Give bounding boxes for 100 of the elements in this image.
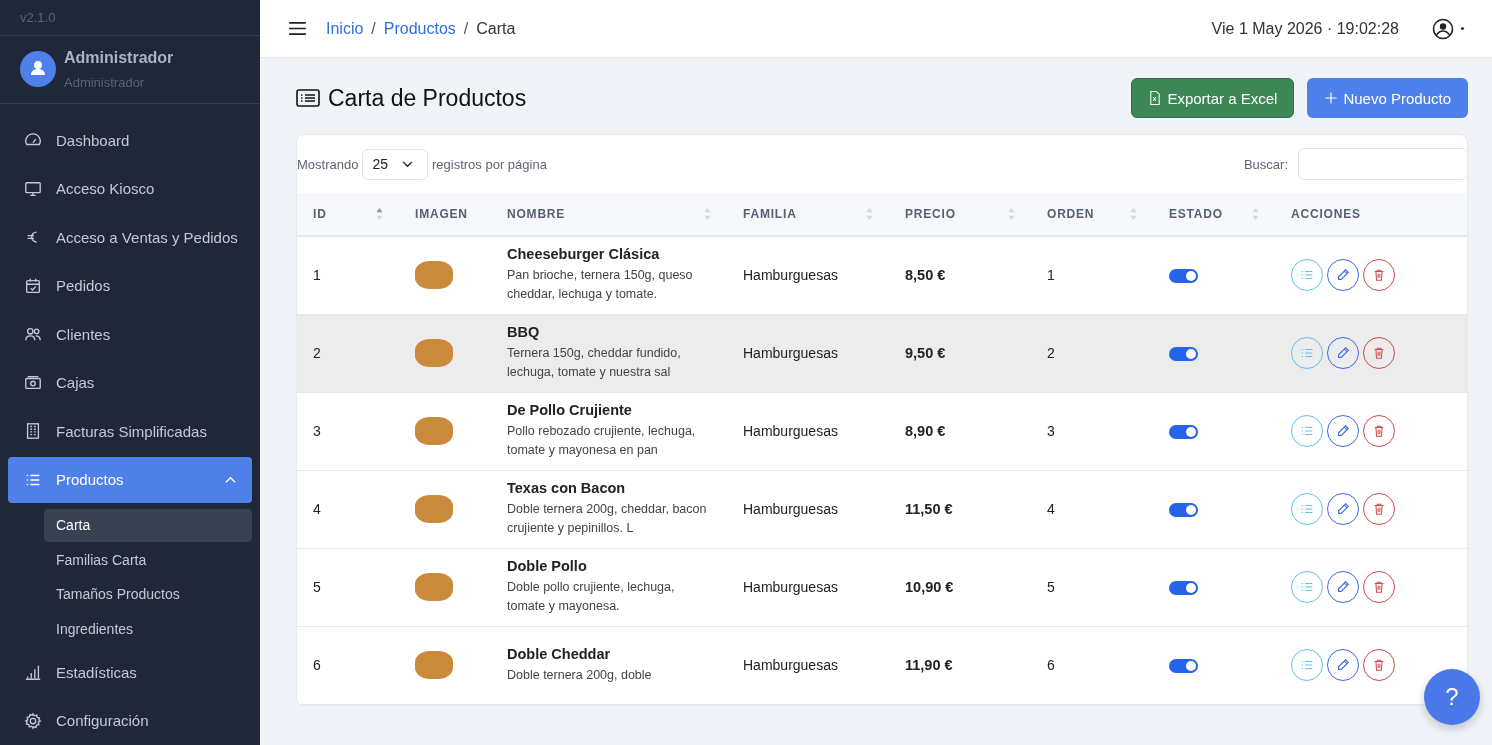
status-toggle[interactable]	[1169, 503, 1198, 518]
avatar-icon	[20, 51, 56, 88]
price-cell: 10,90 €	[905, 579, 954, 595]
building-icon	[24, 422, 42, 441]
product-description: Pan brioche, ternera 150g, queso cheddar, lechuga y tomate.	[507, 267, 694, 304]
table-cell: 1	[313, 267, 321, 284]
column-header[interactable]: PRECIO	[905, 207, 956, 221]
table-cell: 5	[313, 579, 321, 595]
table-cell: Hamburguesas	[743, 579, 838, 595]
list-icon	[1300, 658, 1314, 672]
trash-icon	[1372, 502, 1386, 516]
list-icon	[1300, 346, 1314, 360]
column-header: ACCIONES	[1291, 207, 1361, 221]
table-row[interactable]: 2 BBQ Ternera 150g, cheddar fundido, lechuga, tomate y nuestra sal Hamburguesas 9,50 € 2	[297, 314, 1467, 392]
export-button[interactable]: Exportar a Excel	[1131, 78, 1295, 118]
submenu-item[interactable]: Tamaños Productos	[44, 577, 252, 612]
user-role: Administrador	[64, 74, 146, 90]
table-cell: 6	[313, 657, 321, 673]
user-menu-icon[interactable]	[1432, 17, 1466, 40]
breadcrumb-link[interactable]: Productos	[383, 19, 456, 38]
nav-item[interactable]: Pedidos	[0, 261, 260, 310]
table-cell: 3	[1047, 423, 1055, 439]
pencil-icon	[1336, 580, 1350, 594]
trash-icon	[1372, 268, 1386, 283]
plus-icon	[1324, 90, 1339, 106]
new-button[interactable]: Nuevo Producto	[1307, 78, 1468, 118]
table-cell: 4	[313, 501, 321, 517]
photo-placeholder	[415, 261, 453, 290]
nav-item[interactable]: Acceso a Ventas y Pedidos	[0, 213, 260, 262]
product-name: Texas con Bacon	[507, 480, 627, 496]
list-icon	[1300, 502, 1314, 516]
table-cell: 5	[1047, 579, 1055, 595]
trash-icon	[1372, 346, 1386, 360]
nav-item[interactable]: Dashboard	[0, 116, 260, 165]
product-name: Cheeseburger Clásica	[507, 246, 661, 263]
column-header[interactable]: ESTADO	[1169, 207, 1223, 221]
sort-icon[interactable]	[376, 207, 383, 221]
status-toggle[interactable]	[1169, 581, 1198, 596]
pencil-icon	[1336, 346, 1350, 360]
column-header: IMAGEN	[415, 207, 468, 221]
nav-item[interactable]: Estadísticas	[0, 648, 260, 697]
trash-icon	[1372, 424, 1386, 438]
search-label: Buscar:	[1243, 156, 1288, 172]
column-header[interactable]: ORDEN	[1047, 207, 1095, 221]
product-description: Doble ternera 200g, doble	[507, 666, 653, 684]
help-button[interactable]: ?	[1424, 669, 1480, 725]
status-toggle[interactable]	[1169, 659, 1198, 674]
price-cell: 8,90 €	[905, 423, 946, 439]
product-description: Ternera 150g, cheddar fundido, lechuga, tomate y nuestra sal	[507, 345, 682, 381]
page-title: Carta de Productos	[328, 84, 527, 112]
status-toggle[interactable]	[1169, 425, 1198, 440]
user-name: Administrador	[64, 48, 174, 67]
nav-item[interactable]: Configuración	[0, 696, 260, 745]
table-cell: 3	[313, 423, 321, 439]
status-toggle[interactable]	[1169, 269, 1198, 284]
trash-icon	[1372, 658, 1386, 672]
photo-placeholder	[415, 417, 453, 445]
product-name: BBQ	[507, 324, 541, 340]
bar-chart-icon	[24, 663, 42, 682]
submenu-item[interactable]: Carta	[44, 508, 252, 542]
breadcrumb-link[interactable]: Inicio	[326, 19, 364, 38]
table-cell: Hamburguesas	[743, 657, 838, 673]
excel-file-icon	[1148, 90, 1163, 106]
status-toggle[interactable]	[1169, 347, 1198, 362]
column-header[interactable]: FAMILIA	[743, 207, 797, 221]
calendar-icon	[24, 276, 42, 295]
page-size-select[interactable]: 25	[362, 148, 428, 180]
nav-item[interactable]: Facturas Simplificadas	[0, 407, 260, 456]
table-row[interactable]: 3 De Pollo Crujiente Pollo rebozado crujiente, lechuga, tomate y mayonesa en pan Hamburguesas 8,90 € 3	[297, 392, 1467, 470]
monitor-icon	[24, 179, 42, 198]
length-label: registros por página	[432, 156, 547, 172]
menu-icon[interactable]	[289, 22, 306, 35]
list-icon	[1300, 424, 1314, 438]
search-field[interactable]	[1298, 148, 1467, 180]
table-cell: 6	[1047, 657, 1055, 673]
cash-icon	[24, 373, 42, 392]
table-cell: Hamburguesas	[743, 267, 838, 284]
pencil-icon	[1336, 658, 1350, 672]
gear-icon	[24, 711, 42, 730]
table-cell: Hamburguesas	[743, 501, 838, 517]
table-row[interactable]: 5 Doble Pollo Doble pollo crujiente, lechuga, tomate y mayonesa. Hamburguesas 10,90 € 5	[297, 548, 1467, 626]
product-name: Doble Pollo	[507, 558, 588, 574]
price-cell: 11,50 €	[905, 501, 953, 517]
pencil-icon	[1336, 502, 1350, 516]
table-row[interactable]: 1 Cheeseburger Clásica Pan brioche, ternera 150g, queso cheddar, lechuga y tomate. Hamburguesas 8,50 € 1	[297, 236, 1467, 314]
nav-item[interactable]: Clientes	[0, 310, 260, 359]
length-label: Mostrando	[297, 156, 359, 172]
nav-item[interactable]: Cajas	[0, 358, 260, 407]
nav-item[interactable]: Acceso Kiosco	[0, 164, 260, 213]
column-header[interactable]: ID	[313, 207, 327, 221]
submenu-item[interactable]: Ingredientes	[44, 611, 252, 646]
submenu-item[interactable]: Familias Carta	[44, 542, 252, 577]
column-header[interactable]: NOMBRE	[507, 207, 566, 221]
date-time: Vie 1 May 2026 · 19:02:28	[1211, 19, 1399, 38]
breadcrumb-separator: /	[463, 19, 469, 38]
table-cell: 2	[313, 345, 321, 361]
breadcrumb-current: Carta	[476, 19, 516, 38]
table-row[interactable]: 4 Texas con Bacon Doble ternera 200g, cheddar, bacon crujiente y pepinillos. L Hamburguesas 11,50 € 4	[297, 470, 1467, 548]
nav-item[interactable]: Productos	[8, 456, 252, 503]
price-cell: 9,50 €	[905, 345, 946, 361]
